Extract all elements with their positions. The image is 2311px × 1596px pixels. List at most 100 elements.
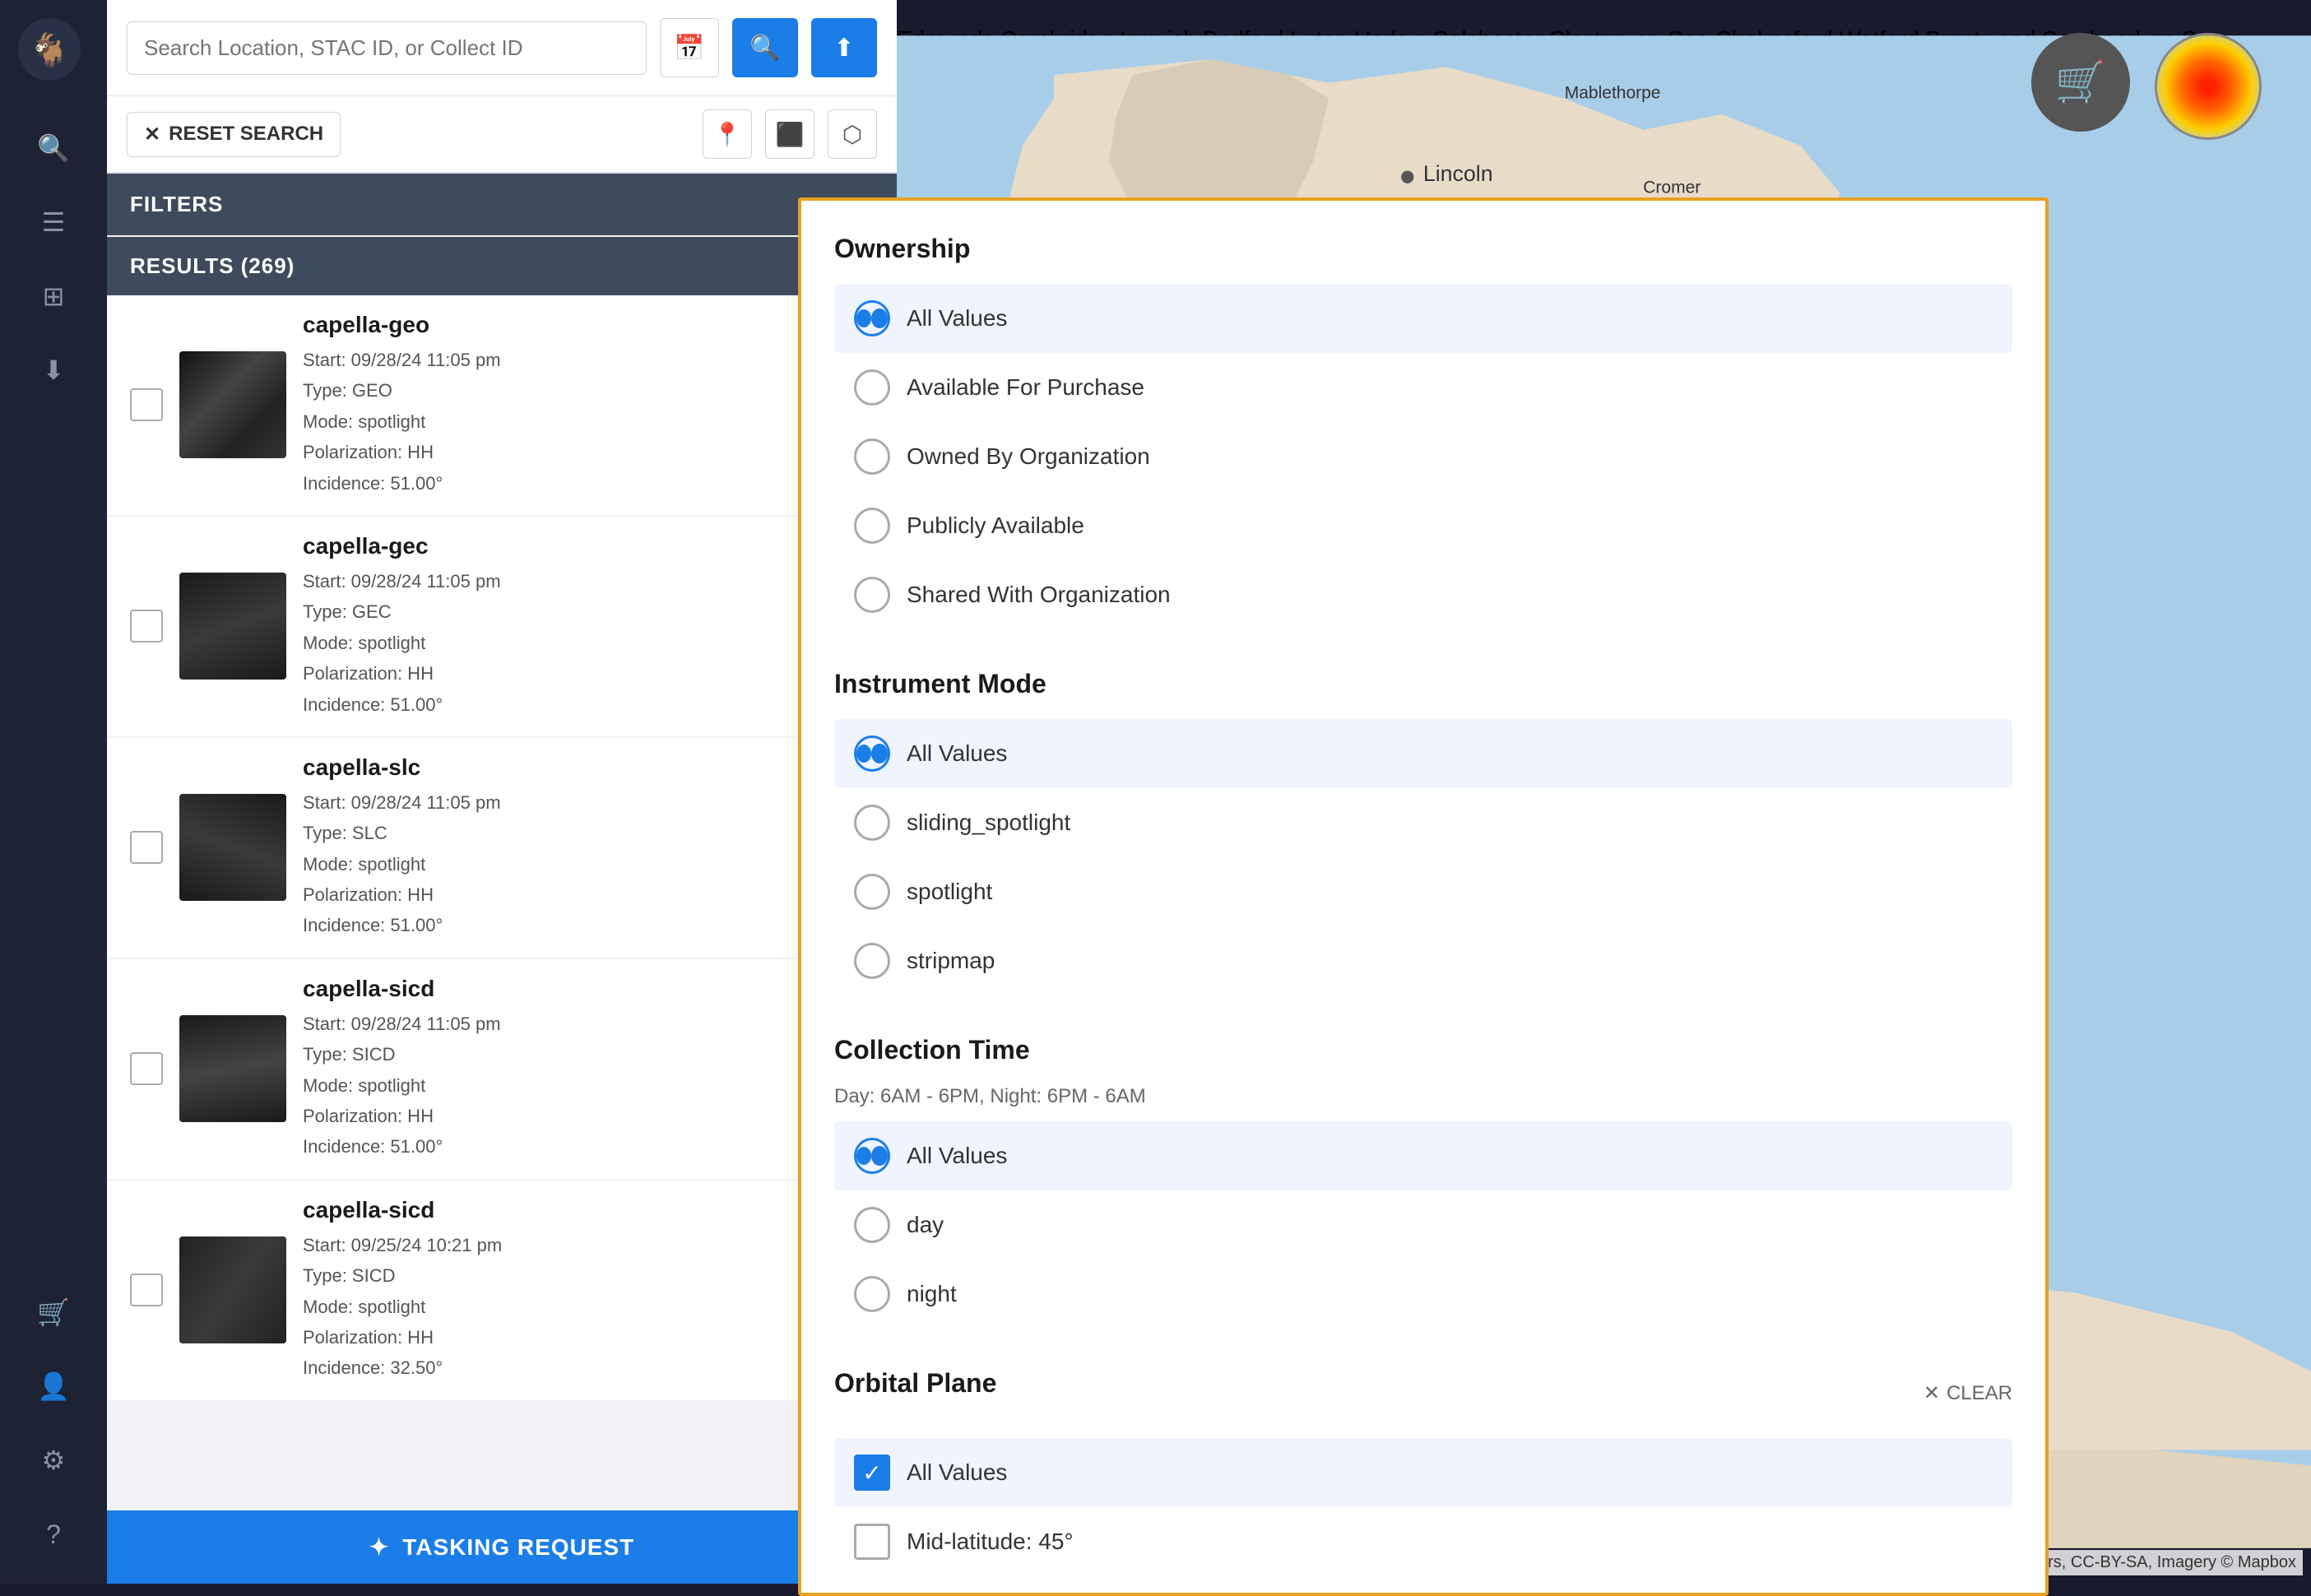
result-info-sicd-1: capella-sicd Start: 09/28/24 11:05 pm Ty…	[303, 976, 832, 1162]
ownership-owned-radio	[854, 438, 890, 475]
result-meta-sicd-1: Start: 09/28/24 11:05 pm Type: SICD Mode…	[303, 1009, 832, 1162]
orbital-mid-45[interactable]: Mid-latitude: 45°	[834, 1507, 2012, 1576]
ownership-all-label: All Values	[907, 305, 1007, 332]
ownership-shared-radio	[854, 577, 890, 613]
instrument-stripmap[interactable]: stripmap	[834, 926, 2012, 995]
ownership-publicly-available[interactable]: Publicly Available	[834, 491, 2012, 560]
collection-time-section: Collection Time Day: 6AM - 6PM, Night: 6…	[834, 1035, 2012, 1329]
result-item-capella-sicd-1[interactable]: capella-sicd Start: 09/28/24 11:05 pm Ty…	[107, 959, 897, 1179]
result-checkbox-sicd-1[interactable]	[130, 1052, 163, 1085]
clear-label: CLEAR	[1947, 1382, 2012, 1405]
instrument-stripmap-radio	[854, 943, 890, 979]
instrument-spotlight[interactable]: spotlight	[834, 857, 2012, 926]
sidebar-settings-btn[interactable]: ⚙	[21, 1427, 86, 1493]
map-square-btn[interactable]: ⬛	[765, 109, 814, 159]
collection-day-radio	[854, 1207, 890, 1243]
result-thumb-gec	[179, 573, 286, 680]
instrument-all-values[interactable]: All Values	[834, 719, 2012, 788]
sidebar-search-btn[interactable]: 🔍	[21, 115, 86, 181]
result-title-geo: capella-geo	[303, 312, 832, 338]
tasking-request-button[interactable]: ✦ TASKING REQUEST	[107, 1510, 897, 1584]
ownership-all-radio	[854, 300, 890, 336]
search-input[interactable]	[127, 21, 647, 75]
orbital-plane-clear-btn[interactable]: ✕ CLEAR	[1924, 1381, 2012, 1405]
instrument-sliding-radio	[854, 805, 890, 841]
sidebar-cart-btn[interactable]: 🛒	[21, 1279, 86, 1345]
instrument-spotlight-radio	[854, 874, 890, 910]
map-polygon-btn[interactable]: ⬡	[828, 109, 877, 159]
result-item-capella-sicd-2[interactable]: capella-sicd Start: 09/25/24 10:21 pm Ty…	[107, 1181, 897, 1400]
search-button[interactable]: 🔍	[732, 18, 798, 77]
instrument-spotlight-label: spotlight	[907, 879, 992, 905]
ownership-section: Ownership All Values Available For Purch…	[834, 234, 2012, 629]
collection-all-values[interactable]: All Values	[834, 1121, 2012, 1190]
sidebar-list-btn[interactable]: ☰	[21, 189, 86, 255]
collection-day-label: day	[907, 1212, 944, 1238]
reset-search-button[interactable]: ✕ RESET SEARCH	[127, 112, 341, 157]
map-pin-btn[interactable]: 📍	[703, 109, 752, 159]
result-title-sicd-1: capella-sicd	[303, 976, 832, 1002]
collection-night[interactable]: night	[834, 1260, 2012, 1329]
upload-button[interactable]: ⬆	[811, 18, 877, 77]
result-meta-gec: Start: 09/28/24 11:05 pm Type: GEC Mode:…	[303, 566, 832, 720]
ownership-all-values[interactable]: All Values	[834, 284, 2012, 353]
orbital-all-checkbox: ✓	[854, 1454, 890, 1491]
orbital-plane-title: Orbital Plane	[834, 1368, 996, 1399]
reset-x-icon: ✕	[144, 123, 160, 146]
ownership-available-for-purchase[interactable]: Available For Purchase	[834, 353, 2012, 422]
orbital-all-values[interactable]: ✓ All Values	[834, 1438, 2012, 1507]
tasking-icon: ✦	[369, 1533, 389, 1561]
svg-text:Lincoln: Lincoln	[1423, 161, 1493, 186]
result-item-capella-gec[interactable]: capella-gec Start: 09/28/24 11:05 pm Typ…	[107, 517, 897, 736]
sidebar-download-btn[interactable]: ⬇	[21, 337, 86, 403]
collection-time-title: Collection Time	[834, 1035, 2012, 1065]
result-checkbox-gec[interactable]	[130, 610, 163, 643]
collection-day[interactable]: day	[834, 1190, 2012, 1260]
result-info-slc: capella-slc Start: 09/28/24 11:05 pm Typ…	[303, 754, 832, 941]
orbital-plane-header: Orbital Plane ✕ CLEAR	[834, 1368, 2012, 1418]
result-thumb-sicd-1	[179, 1015, 286, 1122]
collection-time-subtitle: Day: 6AM - 6PM, Night: 6PM - 6AM	[834, 1085, 2012, 1108]
instrument-mode-section: Instrument Mode All Values sliding_spotl…	[834, 669, 2012, 995]
collection-night-label: night	[907, 1281, 957, 1307]
ownership-owned-by-org[interactable]: Owned By Organization	[834, 422, 2012, 491]
filters-title: FILTERS	[130, 192, 223, 217]
sidebar-layers-btn[interactable]: ⊞	[21, 263, 86, 329]
ownership-owned-label: Owned By Organization	[907, 443, 1150, 470]
reset-bar: ✕ RESET SEARCH 📍 ⬛ ⬡	[107, 96, 897, 174]
result-item-capella-slc[interactable]: capella-slc Start: 09/28/24 11:05 pm Typ…	[107, 738, 897, 958]
calendar-button[interactable]: 📅	[660, 18, 719, 77]
ownership-public-label: Publicly Available	[907, 513, 1084, 539]
result-checkbox-geo[interactable]	[130, 388, 163, 421]
sidebar-help-btn[interactable]: ?	[21, 1501, 86, 1567]
ownership-shared-label: Shared With Organization	[907, 582, 1171, 608]
instrument-sliding-label: sliding_spotlight	[907, 810, 1070, 836]
svg-text:Mablethorpe: Mablethorpe	[1565, 84, 1661, 103]
result-meta-sicd-2: Start: 09/25/24 10:21 pm Type: SICD Mode…	[303, 1230, 832, 1384]
collection-all-label: All Values	[907, 1143, 1007, 1169]
instrument-stripmap-label: stripmap	[907, 948, 995, 974]
filter-panel: ✓ Ownership All Values Available For Pur…	[798, 197, 2049, 1596]
orbital-mid-53-checkbox	[854, 1593, 890, 1596]
instrument-sliding-spotlight[interactable]: sliding_spotlight	[834, 788, 2012, 857]
result-meta-geo: Start: 09/28/24 11:05 pm Type: GEO Mode:…	[303, 345, 832, 499]
map-cart-icon[interactable]: 🛒	[2031, 33, 2130, 132]
result-info-geo: capella-geo Start: 09/28/24 11:05 pm Typ…	[303, 312, 832, 499]
ownership-shared-with-org[interactable]: Shared With Organization	[834, 560, 2012, 629]
result-item-capella-geo[interactable]: capella-geo Start: 09/28/24 11:05 pm Typ…	[107, 295, 897, 515]
result-checkbox-slc[interactable]	[130, 831, 163, 864]
result-checkbox-sicd-2[interactable]	[130, 1274, 163, 1306]
instrument-all-radio	[854, 735, 890, 772]
orbital-mid-45-label: Mid-latitude: 45°	[907, 1529, 1074, 1555]
collection-night-radio	[854, 1276, 890, 1312]
ownership-purchase-radio	[854, 369, 890, 406]
sidebar-user-btn[interactable]: 👤	[21, 1353, 86, 1419]
instrument-mode-title: Instrument Mode	[834, 669, 2012, 699]
results-list: capella-geo Start: 09/28/24 11:05 pm Typ…	[107, 295, 897, 1510]
search-bar: 📅 🔍 ⬆	[107, 0, 897, 96]
results-title: RESULTS (269)	[130, 253, 295, 279]
result-title-slc: capella-slc	[303, 754, 832, 781]
app-logo[interactable]: 🐐	[16, 16, 90, 90]
orbital-mid-53[interactable]: Mid-latitude: 53°	[834, 1576, 2012, 1596]
result-thumb-geo	[179, 351, 286, 458]
